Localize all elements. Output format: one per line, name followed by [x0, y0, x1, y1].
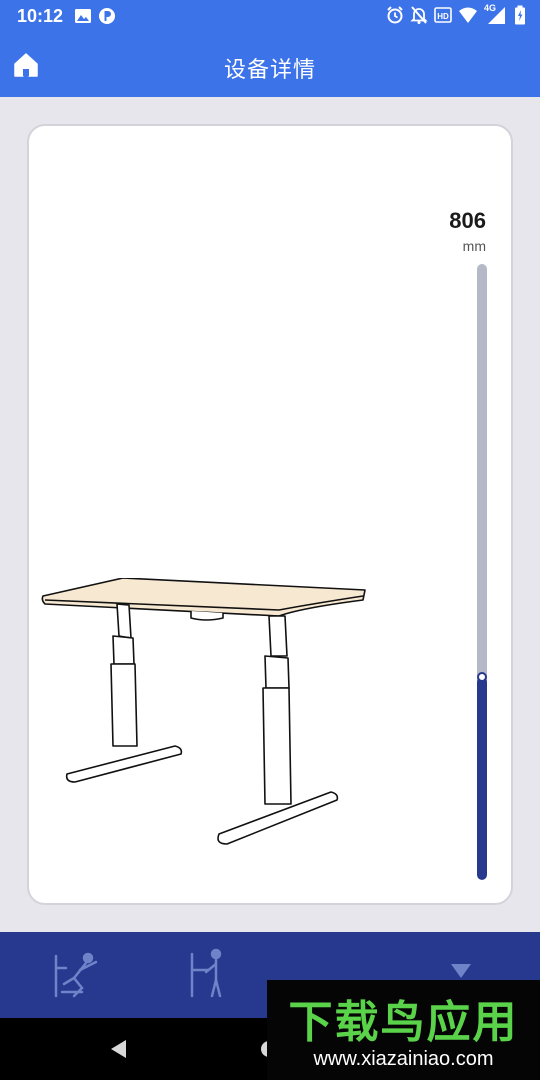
alarm-icon — [387, 6, 403, 24]
height-slider-thumb[interactable] — [477, 671, 487, 682]
height-unit: mm — [462, 238, 486, 254]
signal-4g-icon: 4G — [484, 3, 508, 25]
status-bar: 10:12 HD 4G — [0, 0, 540, 34]
sitting-preset-icon — [54, 952, 98, 998]
app-bar: 设备详情 — [0, 34, 540, 97]
status-time: 10:12 — [17, 6, 64, 26]
battery-icon — [515, 5, 525, 25]
svg-text:HD: HD — [437, 12, 449, 21]
hd-icon: HD — [434, 7, 452, 23]
height-slider-fill — [477, 676, 487, 880]
wifi-icon — [459, 7, 477, 23]
image-icon — [75, 9, 91, 23]
height-value: 806 — [449, 208, 486, 233]
device-card: 806 mm — [27, 124, 513, 905]
page-title: 设备详情 — [223, 57, 316, 82]
notifications-off-icon — [410, 6, 428, 24]
back-icon[interactable] — [108, 1038, 130, 1060]
watermark: 下载鸟应用 www.xiazainiao.com — [267, 980, 540, 1080]
height-slider[interactable] — [477, 264, 487, 880]
standing-preset-icon — [190, 948, 222, 998]
standing-desk-illustration — [41, 578, 366, 845]
standing-preset-button[interactable] — [186, 948, 240, 1000]
sitting-preset-button[interactable] — [52, 948, 106, 1000]
parking-icon — [99, 8, 115, 24]
watermark-title: 下载鸟应用 — [288, 997, 519, 1048]
watermark-url: www.xiazainiao.com — [313, 1048, 494, 1070]
